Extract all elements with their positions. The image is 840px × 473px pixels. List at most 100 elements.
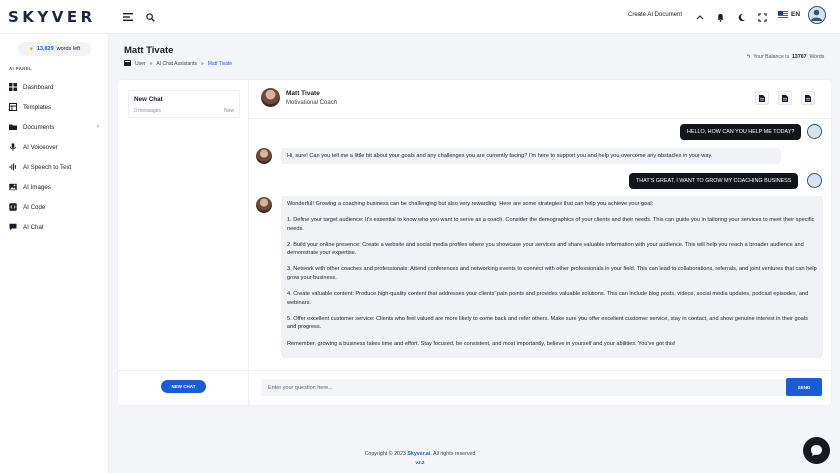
footer-brand-link[interactable]: Skyver.ai <box>407 451 430 457</box>
menu-icon[interactable] <box>121 10 135 24</box>
sidebar-item-label: Documents <box>23 123 55 131</box>
copyright-suffix: . All rights reserved <box>430 451 476 457</box>
assistant-paragraph: Remember, growing a business takes time … <box>287 340 676 347</box>
breadcrumb-item[interactable]: User <box>135 61 146 67</box>
sidebar-item-documents[interactable]: Documents › <box>9 121 101 133</box>
user-message-avatar <box>807 173 822 188</box>
sidebar-item-dashboard[interactable]: Dashboard <box>9 81 101 93</box>
flag-icon <box>778 11 788 18</box>
words-count: 13,829 <box>36 46 54 52</box>
divider <box>118 370 249 371</box>
language-label: EN <box>791 11 801 18</box>
version-label: v2.2 <box>415 460 425 465</box>
sidebar-item-ai-chat[interactable]: AI Chat <box>9 221 101 233</box>
language-selector[interactable]: EN <box>778 11 800 18</box>
assistant-message-avatar <box>256 197 272 213</box>
balance-value: 13767 <box>792 54 807 60</box>
words-label: words left <box>56 46 81 52</box>
copyright-prefix: Copyright © 2023 <box>364 451 406 457</box>
bell-icon[interactable] <box>713 10 727 24</box>
page-title: Matt Tivate <box>124 45 174 56</box>
assistant-name: Matt Tivate <box>286 90 320 97</box>
search-icon[interactable] <box>143 10 157 24</box>
breadcrumb: User » AI Chat Assistants » Matt Tivate <box>124 60 232 68</box>
balance-info: ϟ Your Balance is 13767 Words <box>747 54 824 60</box>
templates-icon <box>9 103 17 111</box>
chevron-up-icon[interactable] <box>693 10 707 24</box>
assistant-paragraph: 2. Build your online presence: Create a … <box>287 241 804 257</box>
sidebar-item-label: AI Chat <box>23 223 44 231</box>
home-icon[interactable] <box>124 60 131 68</box>
chat-icon <box>9 223 17 231</box>
sidebar-item-label: AI Images <box>23 183 51 191</box>
microphone-icon <box>9 143 17 151</box>
lightning-icon: ϟ <box>747 54 751 60</box>
fire-icon: ✦ <box>28 46 34 53</box>
sidebar-item-ai-speech-to-text[interactable]: AI Speech to Text <box>9 161 101 173</box>
assistant-paragraph: 4. Create valuable content: Produce high… <box>287 291 809 306</box>
dashboard-icon <box>9 83 17 91</box>
assistant-paragraph: 1. Define your target audience: It's ess… <box>287 217 815 232</box>
assistant-paragraph: Wonderful! Growing a coaching business c… <box>287 201 654 207</box>
sidebar-item-ai-images[interactable]: AI Images <box>9 181 101 193</box>
moon-icon[interactable] <box>734 10 748 24</box>
document-icon <box>805 94 811 102</box>
assistant-role: Motivational Coach <box>286 100 338 106</box>
chat-list-item[interactable]: New Chat 0 messages Now <box>128 90 240 118</box>
sidebar-item-label: AI Speech to Text <box>23 163 72 171</box>
sidebar-item-templates[interactable]: Templates <box>9 101 101 113</box>
question-input[interactable] <box>261 379 786 396</box>
chat-item-name: New Chat <box>134 96 163 103</box>
user-message: THAT'S GREAT, I WANT TO GROW MY COACHING… <box>629 173 799 189</box>
send-button[interactable]: SEND <box>786 378 822 396</box>
sidebar-item-ai-voiceover[interactable]: AI Voiceover <box>9 141 101 153</box>
user-message: HELLO, HOW CAN YOU HELP ME TODAY? <box>680 124 802 140</box>
words-left-badge: ✦ 13,829 words left <box>18 42 91 56</box>
chat-item-time: Now <box>223 108 234 114</box>
assistant-message-avatar <box>256 148 272 164</box>
user-avatar[interactable] <box>808 6 826 24</box>
speech-icon <box>9 163 17 171</box>
top-bar: SKYVER Create AI Document EN <box>0 0 840 34</box>
export-pdf-button[interactable] <box>755 91 769 105</box>
balance-unit: Words <box>809 54 825 60</box>
assistant-paragraph: 3. Network with other coaches and profes… <box>287 266 817 282</box>
assistant-message: Wonderful! Growing a coaching business c… <box>281 196 823 358</box>
breadcrumb-item[interactable]: AI Chat Assistants <box>156 61 197 67</box>
folder-icon <box>9 123 17 131</box>
sidebar-item-label: Templates <box>23 103 52 111</box>
footer: Copyright © 2023 Skyver.ai. All rights r… <box>350 451 490 457</box>
logo[interactable]: SKYVER <box>8 8 96 26</box>
sidebar-item-label: AI Voiceover <box>23 143 58 151</box>
new-chat-button[interactable]: NEW CHAT <box>161 380 206 393</box>
sidebar-item-ai-code[interactable]: AI Code <box>9 201 101 213</box>
assistant-message-text: Hi, sure! Can you tell me a little bit a… <box>287 152 713 159</box>
breadcrumb-current: Matt Tivate <box>207 61 233 67</box>
breadcrumb-separator: » <box>149 61 153 67</box>
sidebar-item-label: AI Code <box>23 203 46 211</box>
fullscreen-icon[interactable] <box>755 10 769 24</box>
balance-label: Your Balance is <box>753 54 790 60</box>
chat-item-messages: 0 messages <box>134 108 161 114</box>
user-message-avatar <box>807 124 822 139</box>
sidebar: ✦ 13,829 words left AI PANEL Dashboard T… <box>0 34 109 473</box>
image-icon <box>9 183 17 191</box>
create-document-link[interactable]: Create AI Document <box>628 12 682 18</box>
export-word-button[interactable] <box>778 91 792 105</box>
chat-header: Matt Tivate Motivational Coach <box>249 80 831 119</box>
export-text-button[interactable] <box>801 91 815 105</box>
support-chat-button[interactable] <box>803 437 830 464</box>
sidebar-item-label: Dashboard <box>23 83 54 91</box>
document-icon <box>782 94 788 102</box>
assistant-paragraph: 5. Offer excellent customer service: Cli… <box>287 315 808 331</box>
assistant-avatar <box>261 88 280 107</box>
code-icon <box>9 203 17 211</box>
chat-list-panel: New Chat 0 messages Now NEW CHAT <box>118 80 249 405</box>
chat-card: New Chat 0 messages Now NEW CHAT Matt Ti… <box>118 80 831 405</box>
breadcrumb-separator: » <box>200 61 204 67</box>
sidebar-section-label: AI PANEL <box>9 66 33 71</box>
document-icon <box>759 94 765 102</box>
composer: SEND <box>249 370 831 405</box>
chevron-right-icon: › <box>97 124 99 130</box>
assistant-message: Hi, sure! Can you tell me a little bit a… <box>281 148 781 164</box>
